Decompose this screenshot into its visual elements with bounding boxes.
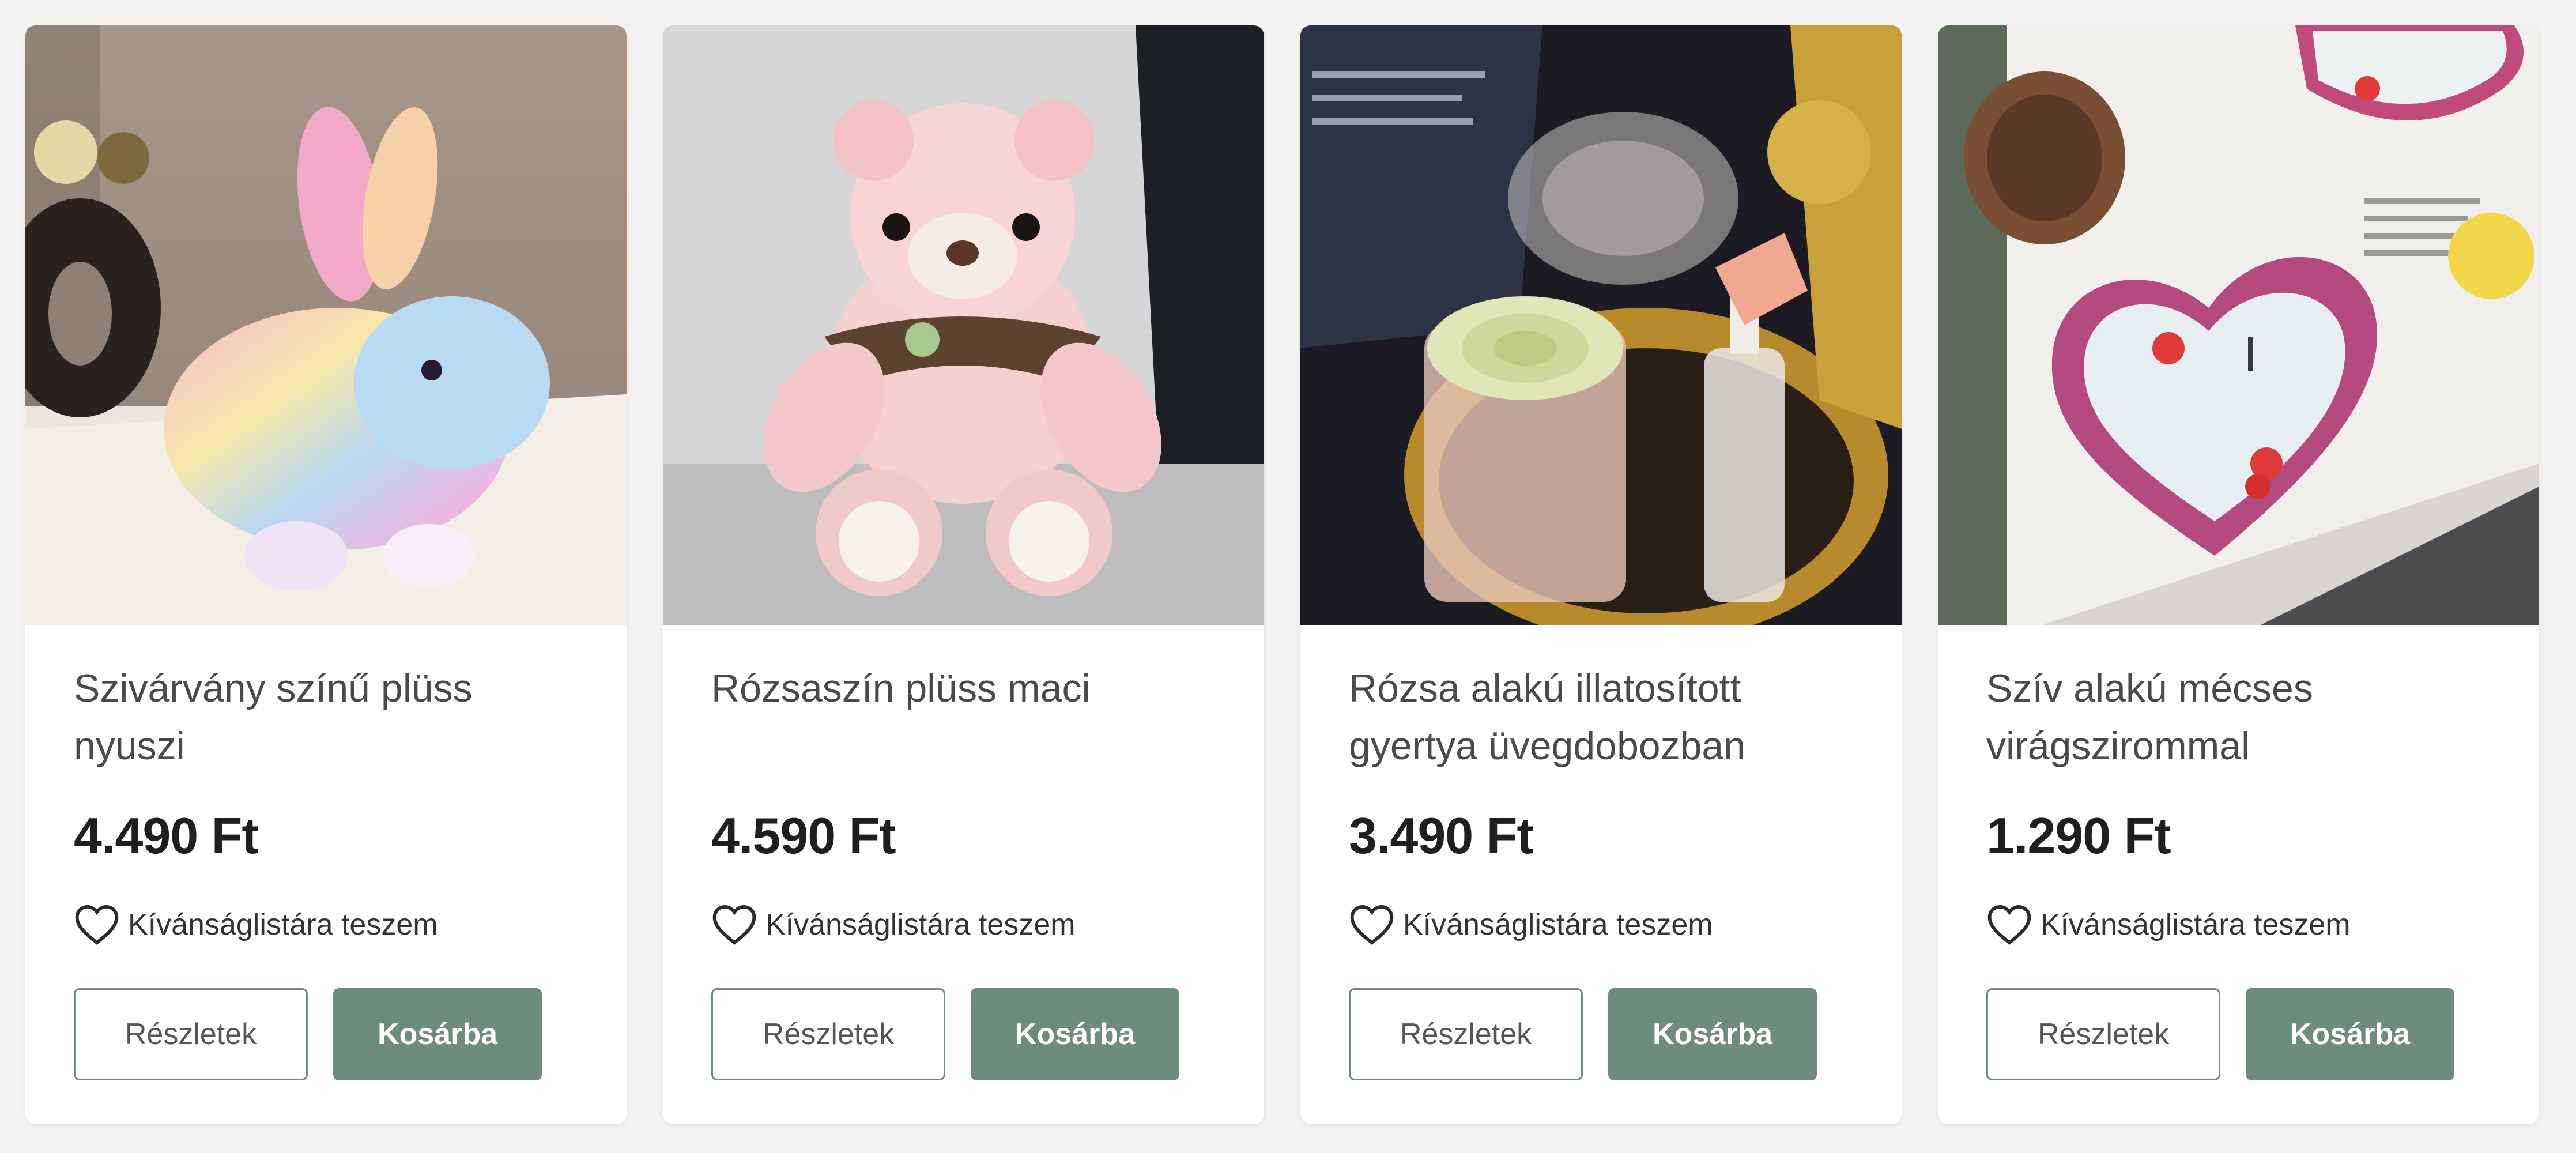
product-card: Szivárvány színű plüss nyuszi 4.490 Ft K… bbox=[25, 25, 627, 1124]
product-price: 4.590 Ft bbox=[711, 807, 896, 864]
wishlist-label: Kívánságlistára teszem bbox=[128, 908, 438, 941]
product-title[interactable]: Rózsaszín plüss maci bbox=[711, 660, 1219, 717]
details-button[interactable]: Részletek bbox=[74, 988, 308, 1080]
heart-outline-icon bbox=[75, 905, 119, 945]
product-price: 1.290 Ft bbox=[1986, 807, 2171, 864]
wishlist-label: Kívánságlistára teszem bbox=[2041, 908, 2351, 941]
product-price: 3.490 Ft bbox=[1349, 807, 1534, 864]
details-button[interactable]: Részletek bbox=[1986, 988, 2220, 1080]
heart-outline-icon bbox=[1987, 905, 2031, 945]
details-button[interactable]: Részletek bbox=[1349, 988, 1583, 1080]
product-title[interactable]: Szivárvány színű plüss nyuszi bbox=[74, 660, 581, 775]
product-grid: Szivárvány színű plüss nyuszi 4.490 Ft K… bbox=[0, 0, 2576, 1153]
wishlist-label: Kívánságlistára teszem bbox=[1403, 908, 1713, 941]
add-to-cart-button[interactable]: Kosárba bbox=[2246, 988, 2454, 1080]
product-image-pink-teddy[interactable] bbox=[663, 25, 1264, 625]
wishlist-toggle[interactable]: Kívánságlistára teszem bbox=[1986, 899, 2351, 951]
product-card: Rózsa alakú illatosított gyertya üvegdob… bbox=[1300, 25, 1902, 1124]
product-card: Szív alakú mécses virágszirommal 1.290 F… bbox=[1938, 25, 2539, 1124]
add-to-cart-button[interactable]: Kosárba bbox=[333, 988, 542, 1080]
product-image-heart-candle[interactable] bbox=[1938, 25, 2539, 625]
wishlist-toggle[interactable]: Kívánságlistára teszem bbox=[711, 899, 1076, 951]
add-to-cart-button[interactable]: Kosárba bbox=[1608, 988, 1817, 1080]
product-title[interactable]: Rózsa alakú illatosított gyertya üvegdob… bbox=[1349, 660, 1856, 775]
product-image-rainbow-bunny[interactable] bbox=[25, 25, 627, 625]
product-title[interactable]: Szív alakú mécses virágszirommal bbox=[1986, 660, 2494, 775]
details-button[interactable]: Részletek bbox=[711, 988, 945, 1080]
wishlist-toggle[interactable]: Kívánságlistára teszem bbox=[74, 899, 438, 951]
product-card: Rózsaszín plüss maci 4.590 Ft Kívánságli… bbox=[663, 25, 1264, 1124]
product-image-rose-candle[interactable] bbox=[1300, 25, 1902, 625]
product-price: 4.490 Ft bbox=[74, 807, 259, 864]
heart-outline-icon bbox=[1350, 905, 1394, 945]
wishlist-label: Kívánságlistára teszem bbox=[765, 908, 1076, 941]
add-to-cart-button[interactable]: Kosárba bbox=[971, 988, 1179, 1080]
wishlist-toggle[interactable]: Kívánságlistára teszem bbox=[1349, 899, 1713, 951]
heart-outline-icon bbox=[712, 905, 756, 945]
